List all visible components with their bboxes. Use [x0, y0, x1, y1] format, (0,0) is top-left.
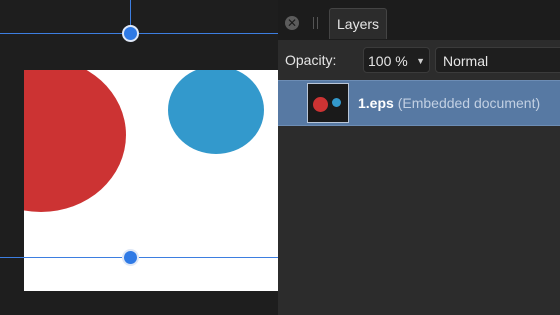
layer-row[interactable]: 1.eps (Embedded document)	[278, 80, 560, 126]
blue-circle-shape[interactable]	[168, 70, 264, 154]
layer-thumbnail	[307, 83, 349, 123]
close-icon[interactable]: ✕	[285, 16, 299, 30]
layer-label: 1.eps (Embedded document)	[358, 95, 540, 111]
layer-description: (Embedded document)	[397, 95, 541, 111]
chevron-down-icon: ▼	[416, 56, 425, 66]
close-glyph: ✕	[286, 16, 298, 30]
layers-toolbar: Opacity: 100 % ▼ Normal	[278, 40, 560, 80]
tab-layers[interactable]: Layers	[329, 8, 388, 39]
panel-tab-bar: ✕ Layers	[278, 0, 560, 40]
blend-mode-value: Normal	[443, 53, 489, 69]
canvas-area[interactable]	[0, 0, 278, 315]
opacity-value: 100 %	[368, 53, 408, 69]
layer-name: 1.eps	[358, 95, 394, 111]
layers-panel: ✕ Layers Opacity: 100 % ▼ Normal 1.eps (…	[278, 0, 560, 315]
top-guide-line	[0, 33, 278, 34]
blend-mode-dropdown[interactable]: Normal	[435, 47, 560, 73]
opacity-dropdown[interactable]: 100 % ▼	[363, 47, 430, 73]
bottom-transform-handle[interactable]	[122, 249, 139, 266]
top-transform-handle[interactable]	[122, 25, 139, 42]
bottom-guide-line	[0, 257, 278, 258]
thumbnail-blue-circle	[332, 98, 341, 107]
red-circle-shape[interactable]	[24, 70, 126, 212]
thumbnail-red-circle	[313, 97, 328, 112]
drag-grip-icon[interactable]	[313, 17, 319, 29]
opacity-label: Opacity:	[285, 52, 337, 68]
